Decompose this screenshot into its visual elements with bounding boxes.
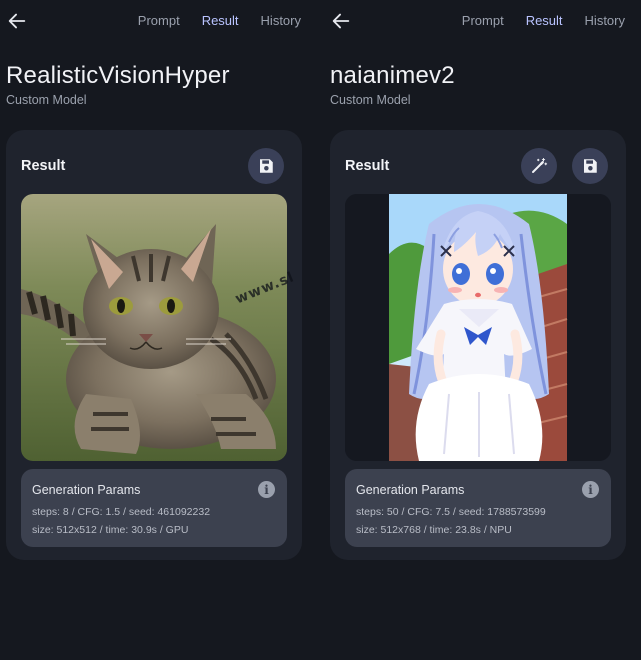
card-title: Result bbox=[345, 158, 390, 174]
magic-wand-icon bbox=[532, 157, 548, 173]
result-panel-left: Prompt Result History RealisticVisionHyp… bbox=[0, 0, 317, 660]
generated-image[interactable] bbox=[21, 194, 287, 461]
enhance-button[interactable] bbox=[521, 148, 557, 184]
params-title: Generation Params bbox=[356, 483, 465, 497]
generation-params: Generation Params i steps: 8 / CFG: 1.5 … bbox=[21, 469, 287, 547]
back-button[interactable] bbox=[330, 10, 354, 34]
model-type: Custom Model bbox=[330, 93, 411, 107]
top-bar: Prompt Result History bbox=[0, 0, 317, 44]
app-root: Prompt Result History RealisticVisionHyp… bbox=[0, 0, 641, 660]
tab-result[interactable]: Result bbox=[202, 13, 239, 28]
tab-result[interactable]: Result bbox=[526, 13, 563, 28]
info-button[interactable]: i bbox=[258, 481, 275, 498]
back-button[interactable] bbox=[6, 10, 30, 34]
model-name: RealisticVisionHyper bbox=[6, 62, 230, 89]
result-panel-right: Prompt Result History naianimev2 Custom … bbox=[324, 0, 641, 660]
model-type: Custom Model bbox=[6, 93, 87, 107]
cat-image bbox=[21, 194, 287, 461]
params-size-line: size: 512x512 / time: 30.9s / GPU bbox=[32, 524, 189, 536]
info-icon: i bbox=[264, 482, 269, 497]
floppy-disk-icon bbox=[584, 159, 597, 173]
arrow-left-icon bbox=[332, 13, 350, 29]
params-title: Generation Params bbox=[32, 483, 141, 497]
tab-prompt[interactable]: Prompt bbox=[138, 13, 180, 28]
tab-bar: Prompt Result History bbox=[462, 13, 625, 28]
card-title: Result bbox=[21, 158, 66, 174]
result-card: Result bbox=[6, 130, 302, 560]
generation-params: Generation Params i steps: 50 / CFG: 7.5… bbox=[345, 469, 611, 547]
top-bar: Prompt Result History bbox=[324, 0, 641, 44]
anime-girl-image bbox=[345, 194, 611, 461]
save-button[interactable] bbox=[248, 148, 284, 184]
model-name: naianimev2 bbox=[330, 62, 455, 89]
params-size-line: size: 512x768 / time: 23.8s / NPU bbox=[356, 524, 512, 536]
params-steps-line: steps: 50 / CFG: 7.5 / seed: 1788573599 bbox=[356, 506, 546, 518]
arrow-left-icon bbox=[8, 13, 26, 29]
tab-prompt[interactable]: Prompt bbox=[462, 13, 504, 28]
info-button[interactable]: i bbox=[582, 481, 599, 498]
tab-history[interactable]: History bbox=[585, 13, 625, 28]
save-button[interactable] bbox=[572, 148, 608, 184]
params-steps-line: steps: 8 / CFG: 1.5 / seed: 461092232 bbox=[32, 506, 211, 518]
info-icon: i bbox=[588, 482, 593, 497]
tab-history[interactable]: History bbox=[261, 13, 301, 28]
result-card: Result bbox=[330, 130, 626, 560]
tab-bar: Prompt Result History bbox=[138, 13, 301, 28]
generated-image[interactable] bbox=[345, 194, 611, 461]
floppy-disk-icon bbox=[260, 159, 273, 173]
